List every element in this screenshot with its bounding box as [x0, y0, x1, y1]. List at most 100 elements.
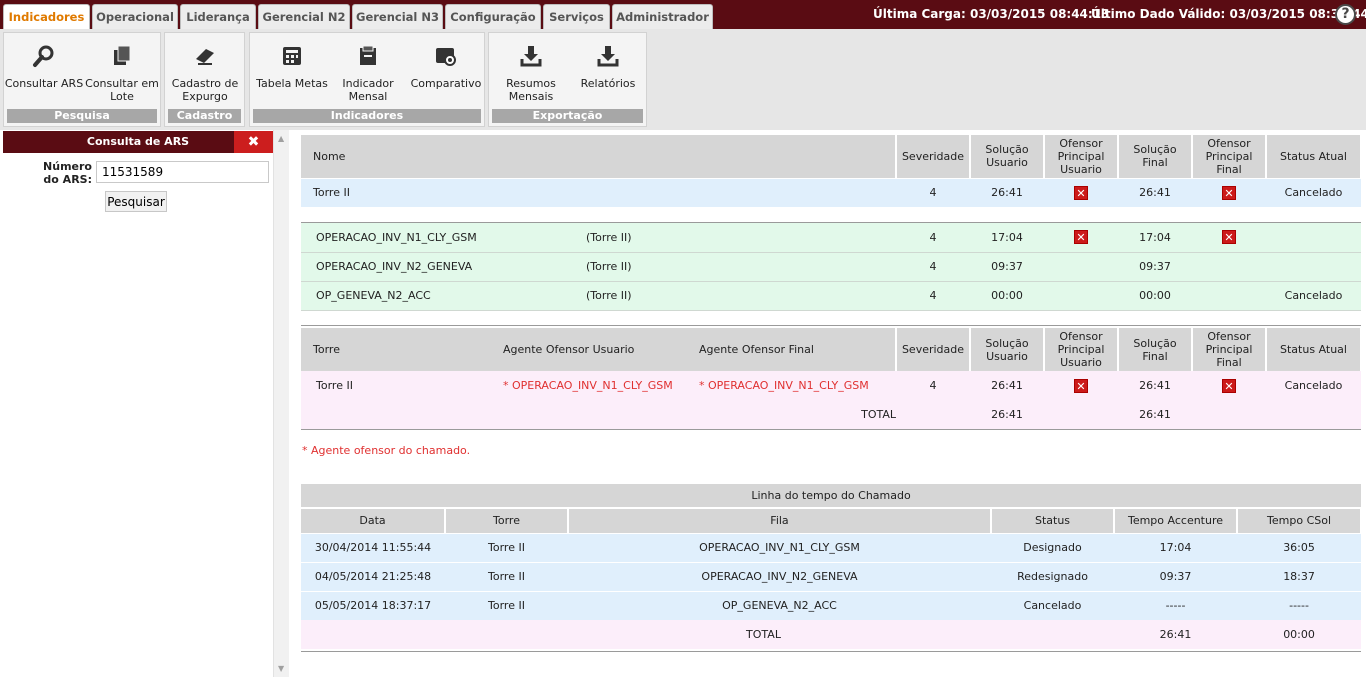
status-cell	[1266, 252, 1361, 282]
resumos-mensais-label: Resumos Mensais	[506, 77, 556, 103]
col-header-tempo-csol: Tempo CSol	[1237, 508, 1363, 533]
toolbar-ribbon: Consultar ARS Consultar em Lote Pesquisa…	[0, 29, 1366, 130]
tab-administrador[interactable]: Administrador	[612, 4, 713, 29]
scroll-down-icon[interactable]: ▼	[278, 664, 284, 673]
tab-indicadores[interactable]: Indicadores	[3, 4, 90, 29]
col-header-status-atual: Status Atual	[1266, 135, 1362, 178]
consulta-ars-panel: Consulta de ARS ✖ Número do ARS: Pesquis…	[0, 130, 273, 677]
consultar-ars-button[interactable]: Consultar ARS	[4, 43, 84, 90]
offender-x-icon: ✕	[1222, 378, 1236, 393]
tabela-metas-button[interactable]: Tabela Metas	[252, 43, 332, 90]
tab-gerencial-n2[interactable]: Gerencial N2	[258, 4, 350, 29]
top-navigation-bar: Indicadores Operacional Liderança Gerenc…	[0, 0, 1366, 29]
timeline-title-row: Linha do tempo do Chamado	[301, 484, 1362, 509]
fila-cell: OPERACAO_INV_N2_GENEVA	[301, 252, 586, 282]
cadastro-de-expurgo-button[interactable]: Cadastro de Expurgo	[165, 43, 245, 103]
fila-cell: OP_GENEVA_N2_ACC	[568, 590, 991, 620]
col-header-ofensor-final: Ofensor Principal Final	[1192, 328, 1267, 371]
data-cell: 30/04/2014 11:55:44	[301, 532, 445, 562]
fila-cell: OPERACAO_INV_N1_CLY_GSM	[568, 532, 991, 562]
solucao-final-cell: 26:41	[1118, 371, 1192, 400]
comparativo-button[interactable]: Comparativo	[406, 43, 486, 90]
numero-ars-input[interactable]	[96, 161, 269, 183]
consultar-ars-label: Consultar ARS	[4, 77, 84, 90]
offender-x-icon: ✕	[1222, 230, 1236, 245]
status-cell: Cancelado	[1266, 177, 1361, 207]
col-header-ofensor-final: Ofensor Principal Final	[1192, 135, 1267, 178]
torre-header-row: Torre Agente Ofensor Usuario Agente Ofen…	[301, 328, 1362, 371]
disk-compare-icon	[436, 48, 456, 66]
table-row[interactable]: 04/05/2014 21:25:48 Torre II OPERACAO_IN…	[301, 561, 1362, 591]
tab-gerencial-n3[interactable]: Gerencial N3	[352, 4, 443, 29]
col-header-tempo-accenture: Tempo Accenture	[1114, 508, 1238, 533]
ultima-carga-text: Última Carga: 03/03/2015 08:44:13	[873, 7, 1110, 21]
consultar-em-lote-label: Consultar em Lote	[85, 77, 159, 103]
numero-ars-label: Número do ARS:	[43, 160, 92, 186]
indicador-mensal-label: Indicador Mensal	[342, 77, 394, 103]
fila-cell: OPERACAO_INV_N2_GENEVA	[568, 561, 991, 591]
total-label: TOTAL	[301, 400, 896, 429]
offender-x-icon: ✕	[1074, 378, 1088, 393]
solucao-usuario-cell: 00:00	[970, 281, 1044, 311]
severidade-cell: 4	[896, 252, 970, 282]
total-row: TOTAL 26:41 26:41	[301, 400, 1361, 429]
resumos-mensais-button[interactable]: Resumos Mensais	[491, 43, 571, 103]
pesquisar-button[interactable]: Pesquisar	[105, 191, 167, 212]
col-header-severidade: Severidade	[896, 135, 971, 178]
torre-cell: (Torre II)	[586, 281, 896, 311]
consultar-em-lote-button[interactable]: Consultar em Lote	[82, 43, 162, 103]
tempo-csol-cell: 18:37	[1237, 561, 1362, 591]
tab-operacional[interactable]: Operacional	[92, 4, 178, 29]
col-header-solucao-final: Solução Final	[1118, 328, 1193, 371]
archive-box-icon	[360, 45, 376, 65]
table-row[interactable]: OPERACAO_INV_N1_CLY_GSM (Torre II) 4 17:…	[301, 223, 1361, 253]
table-row[interactable]: 05/05/2014 18:37:17 Torre II OP_GENEVA_N…	[301, 590, 1362, 620]
relatorios-button[interactable]: Relatórios	[568, 43, 648, 90]
tab-servicos[interactable]: Serviços	[543, 4, 610, 29]
ribbon-group-exportacao: Resumos Mensais Relatórios Exportação	[488, 32, 647, 127]
col-header-data: Data	[301, 508, 446, 533]
panel-scrollbar[interactable]: ▲ ▼	[273, 130, 289, 677]
col-header-torre: Torre	[301, 328, 491, 371]
ofensor-final-cell: ✕	[1192, 223, 1266, 253]
ofensor-final-cell: ✕	[1192, 177, 1266, 207]
tempo-accenture-cell: -----	[1114, 590, 1237, 620]
ofensor-final-cell	[1192, 252, 1266, 282]
table-row[interactable]: Torre II 4 26:41 ✕ 26:41 ✕ Cancelado	[301, 177, 1361, 207]
scroll-up-icon[interactable]: ▲	[278, 134, 284, 143]
ribbon-group-pesquisa: Consultar ARS Consultar em Lote Pesquisa	[3, 32, 161, 127]
col-header-agente-final: Agente Ofensor Final	[687, 328, 897, 371]
torre-table: Torre Agente Ofensor Usuario Agente Ofen…	[301, 328, 1362, 429]
documents-icon	[114, 45, 131, 65]
solucao-final-cell: 00:00	[1118, 281, 1192, 311]
col-header-solucao-final: Solução Final	[1118, 135, 1193, 178]
fila-cell: OPERACAO_INV_N1_CLY_GSM	[301, 223, 586, 253]
ofensor-usuario-cell	[1044, 252, 1118, 282]
table-row[interactable]: Torre II * OPERACAO_INV_N1_CLY_GSM * OPE…	[301, 371, 1361, 400]
cadastro-de-expurgo-label: Cadastro de Expurgo	[171, 77, 239, 103]
summary-table: Nome Severidade Solução Usuario Ofensor …	[301, 135, 1362, 207]
col-header-agente-usuario: Agente Ofensor Usuario	[491, 328, 687, 371]
total-solucao-usuario: 26:41	[970, 400, 1044, 429]
data-cell: 04/05/2014 21:25:48	[301, 561, 445, 591]
table-row[interactable]: OP_GENEVA_N2_ACC (Torre II) 4 00:00 00:0…	[301, 281, 1361, 311]
solucao-usuario-cell: 26:41	[970, 371, 1044, 400]
col-header-ofensor-usuario: Ofensor Principal Usuario	[1044, 135, 1119, 178]
panel-header: Consulta de ARS ✖	[3, 131, 273, 153]
tab-configuracao[interactable]: Configuração	[445, 4, 541, 29]
table-row[interactable]: OPERACAO_INV_N2_GENEVA (Torre II) 4 09:3…	[301, 252, 1361, 282]
col-header-solucao-usuario: Solução Usuario	[970, 135, 1045, 178]
help-icon[interactable]: ?	[1335, 4, 1356, 25]
tab-lideranca[interactable]: Liderança	[180, 4, 256, 29]
divider	[301, 429, 1361, 430]
ofensor-usuario-cell	[1044, 281, 1118, 311]
close-icon[interactable]: ✖	[234, 131, 273, 153]
torre-cell: (Torre II)	[586, 223, 896, 253]
table-row[interactable]: 30/04/2014 11:55:44 Torre II OPERACAO_IN…	[301, 532, 1362, 562]
ribbon-group-cadastro: Cadastro de Expurgo Cadastro	[164, 32, 245, 127]
total-label: TOTAL	[301, 620, 991, 649]
total-tempo-accenture: 26:41	[1114, 620, 1237, 649]
offender-x-icon: ✕	[1074, 230, 1088, 245]
eraser-icon	[196, 49, 214, 65]
indicador-mensal-button[interactable]: Indicador Mensal	[328, 43, 408, 103]
